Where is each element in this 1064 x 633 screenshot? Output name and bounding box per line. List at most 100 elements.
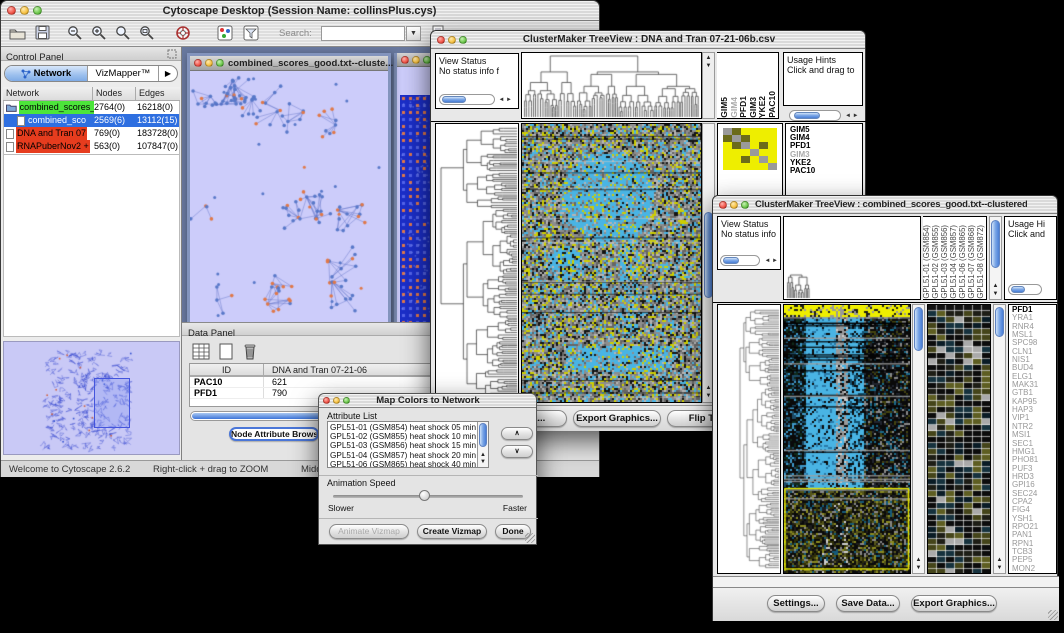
- tv2-hscroll-strip[interactable]: [713, 576, 1059, 588]
- new-attribute-icon[interactable]: [218, 343, 234, 360]
- attribute-list-item[interactable]: GPL51-04 (GSM857) heat shock 20 min: [330, 451, 488, 460]
- overview-thumbnail[interactable]: [16, 345, 166, 453]
- close-button[interactable]: [194, 59, 202, 67]
- attribute-list-item[interactable]: GPL51-03 (GSM856) heat shock 15 min: [330, 441, 488, 450]
- move-up-button[interactable]: ∧: [501, 427, 533, 440]
- row-dendrogram[interactable]: [718, 305, 780, 573]
- scrollbar-thumb[interactable]: [479, 423, 487, 447]
- tv1-heatmap-panel[interactable]: [521, 123, 702, 403]
- zoom-fit-icon[interactable]: [115, 25, 131, 41]
- network-table-row[interactable]: combined_scores_2764(0)16218(0): [4, 101, 179, 114]
- tab-network[interactable]: Network: [5, 66, 88, 81]
- treeview-dna-titlebar[interactable]: ClusterMaker TreeView : DNA and Tran 07-…: [431, 31, 865, 49]
- tab-more-arrow[interactable]: ▶: [159, 66, 177, 81]
- tv2-row-dendrogram-panel[interactable]: [717, 304, 781, 574]
- tv2-heatmap-panel[interactable]: [783, 304, 911, 574]
- help-ring-icon[interactable]: [175, 25, 191, 41]
- main-titlebar[interactable]: Cytoscape Desktop (Session Name: collins…: [1, 1, 599, 21]
- attribute-list-item[interactable]: GPL51-06 (GSM865) heat shock 40 min: [330, 460, 488, 468]
- animate-vizmap-button[interactable]: Animate Vizmap: [329, 524, 409, 539]
- scrollbar-thumb[interactable]: [995, 307, 1004, 337]
- scroll-arrows[interactable]: ◄ ►: [845, 113, 859, 119]
- zoom-button[interactable]: [741, 201, 749, 209]
- treeview-combined-titlebar[interactable]: ClusterMaker TreeView : combined_scores_…: [713, 196, 1057, 214]
- zoom-button[interactable]: [343, 397, 350, 404]
- delete-attribute-icon[interactable]: [242, 342, 258, 360]
- tv2-heatmap-vscrollbar[interactable]: ▲▼: [912, 304, 925, 574]
- scrollbar-thumb[interactable]: [914, 307, 923, 351]
- zoom-in-icon[interactable]: [91, 25, 107, 41]
- scrollbar-thumb[interactable]: [991, 220, 1000, 268]
- dense-network-view[interactable]: [400, 95, 432, 322]
- zoom-button[interactable]: [33, 6, 42, 15]
- scroll-arrows[interactable]: ◄ ►: [498, 97, 512, 103]
- row-dendrogram[interactable]: [436, 124, 518, 402]
- network-overview-panel[interactable]: [3, 341, 180, 455]
- open-folder-icon[interactable]: [9, 26, 26, 41]
- minimize-button[interactable]: [205, 59, 213, 67]
- settings-button[interactable]: Settings...: [767, 595, 825, 612]
- resize-grip[interactable]: [525, 533, 535, 543]
- network-view-window[interactable]: combined_scores_good.txt--cluste...: [187, 53, 391, 322]
- network-table-row[interactable]: DNA and Tran 07769(0)183728(0): [4, 127, 179, 140]
- tv1-row-dendrogram-panel[interactable]: [435, 123, 519, 403]
- vizmapper-icon[interactable]: [217, 25, 233, 41]
- close-button[interactable]: [437, 36, 445, 44]
- attribute-list-item[interactable]: GPL51-01 (GSM854) heat shock 05 min: [330, 423, 488, 432]
- id-column-header[interactable]: ID: [190, 364, 264, 376]
- minimize-button[interactable]: [730, 201, 738, 209]
- move-down-button[interactable]: ∨: [501, 445, 533, 458]
- tv1-column-dendrogram-panel[interactable]: [521, 52, 702, 119]
- create-vizmap-button[interactable]: Create Vizmap: [417, 524, 487, 539]
- similarity-matrix[interactable]: [723, 128, 777, 170]
- export-graphics-button[interactable]: Export Graphics...: [911, 595, 997, 612]
- network-table-row[interactable]: combined_sco2569(6)13112(15): [4, 114, 179, 127]
- network-canvas[interactable]: [190, 71, 386, 322]
- tv1-usage-scrollbar[interactable]: [789, 110, 841, 121]
- close-button[interactable]: [7, 6, 16, 15]
- zoom-button[interactable]: [459, 36, 467, 44]
- tv1-status-scrollbar[interactable]: [439, 94, 495, 105]
- search-input[interactable]: [321, 26, 405, 41]
- attribute-listbox[interactable]: GPL51-01 (GSM854) heat shock 05 minGPL51…: [327, 421, 489, 468]
- filter-icon[interactable]: [243, 25, 259, 41]
- scrollbar-thumb[interactable]: [1011, 286, 1025, 293]
- export-graphics-button[interactable]: Export Graphics...: [573, 410, 661, 427]
- attribute-list-scrollbar[interactable]: ▲▼: [477, 422, 488, 467]
- tv1-top-scroll-strip[interactable]: ▲▼: [702, 52, 715, 119]
- scrollbar-thumb[interactable]: [442, 96, 466, 103]
- close-button[interactable]: [401, 56, 409, 64]
- search-dropdown-button[interactable]: ▼: [406, 26, 421, 41]
- overview-selection-rect[interactable]: [94, 378, 130, 428]
- minimize-button[interactable]: [20, 6, 29, 15]
- save-data-button[interactable]: Save Data...: [836, 595, 900, 612]
- float-panel-icon[interactable]: [167, 49, 177, 59]
- minimize-button[interactable]: [412, 56, 420, 64]
- heatmap-canvas[interactable]: [522, 124, 701, 402]
- zoom-selected-icon[interactable]: [139, 25, 155, 41]
- tv2-zoom-vscrollbar[interactable]: ▲▼: [993, 304, 1006, 574]
- scroll-arrows[interactable]: ◄ ►: [764, 258, 778, 264]
- save-icon[interactable]: [35, 25, 50, 40]
- tv2-usage-scrollbar[interactable]: [1008, 284, 1042, 295]
- resize-grip[interactable]: [1048, 610, 1058, 620]
- minimize-button[interactable]: [448, 36, 456, 44]
- zoom-button[interactable]: [216, 59, 224, 67]
- tv2-top-vscrollbar[interactable]: ▲▼: [989, 216, 1002, 300]
- animation-speed-slider[interactable]: [333, 495, 523, 498]
- tv2-status-scrollbar[interactable]: [720, 255, 760, 266]
- close-button[interactable]: [719, 201, 727, 209]
- zoom-out-icon[interactable]: [67, 25, 83, 41]
- network-table-row[interactable]: RNAPuberNov2 +563(0)107847(0): [4, 140, 179, 153]
- heatmap-canvas[interactable]: [784, 305, 910, 573]
- node-attribute-browser-tab[interactable]: Node Attribute Brows: [229, 427, 319, 441]
- close-button[interactable]: [323, 397, 330, 404]
- dialog-titlebar[interactable]: Map Colors to Network: [319, 394, 536, 408]
- column-dendrogram[interactable]: [522, 53, 701, 118]
- attribute-list-item[interactable]: GPL51-02 (GSM855) heat shock 10 min: [330, 432, 488, 441]
- column-dendrogram[interactable]: [784, 217, 920, 299]
- tv2-zoom-heatmap-panel[interactable]: [927, 304, 991, 574]
- slider-thumb[interactable]: [419, 490, 430, 501]
- scrollbar-thumb[interactable]: [794, 112, 820, 119]
- tab-vizmapper[interactable]: VizMapper™: [88, 66, 159, 81]
